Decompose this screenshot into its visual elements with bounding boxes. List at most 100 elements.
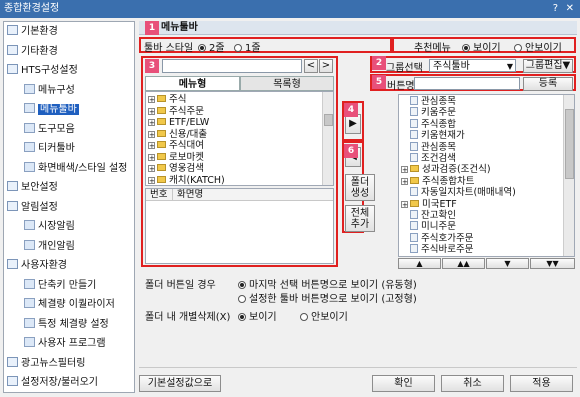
tree-item[interactable]: 화면배색/스타일 설정 — [24, 161, 127, 177]
toolbar-item[interactable]: 관심종목 — [401, 141, 456, 153]
footer-divider — [139, 367, 577, 368]
toolbar-item[interactable]: + 미국ETF — [401, 199, 457, 210]
tree-item[interactable]: 체결량 이퀄라이저 — [24, 297, 115, 313]
ok-button[interactable]: 확인 — [372, 375, 435, 392]
cancel-button[interactable]: 취소 — [441, 375, 504, 392]
tab-list[interactable]: 목록형 — [240, 76, 334, 91]
menu-tree-list[interactable]: + 주식 + 주식주문 + ETF/ELW + 신용/대출 + 주식대여 + 로보마켓 + 영웅검색 + 캐치… — [145, 91, 334, 186]
screen-table[interactable]: 번호 화면명 — [145, 188, 334, 264]
group-select[interactable]: 주식툴바 ▼ — [429, 59, 516, 72]
style-2row-radio[interactable]: 2줄 — [198, 39, 225, 54]
toolbar-item[interactable]: 주식바로주문 — [401, 244, 473, 255]
search-next-button[interactable]: > — [319, 59, 333, 73]
tree-item[interactable]: HTS구성설정 — [7, 63, 78, 79]
group-edit-button[interactable]: 그룹편집▼ — [523, 59, 573, 73]
badge-6: 6 — [344, 144, 358, 158]
toolbar-item-label: 미니주문 — [421, 221, 456, 233]
page-icon — [24, 298, 35, 308]
close-icon[interactable]: ✕ — [566, 0, 574, 18]
move-down-button[interactable]: ▼ — [486, 258, 529, 269]
tree-item-label: 체결량 이퀄라이저 — [38, 299, 115, 310]
settings-tree[interactable]: 기본환경기타환경 HTS구성설정메뉴구성메뉴툴바도구모음티커툴바화면배색/스타일 … — [3, 21, 135, 393]
recommend-hide-radio[interactable]: 안보이기 — [514, 39, 562, 54]
toolbar-item[interactable]: + 성과검증(조건식) — [401, 164, 491, 175]
scroll-thumb[interactable] — [565, 109, 574, 179]
menu-tree-item[interactable]: + 캐치(KATCH) — [148, 175, 225, 185]
folder-fixed-radio[interactable]: 설정한 툴바 버튼명으로 보이기 (고정형) — [238, 290, 417, 305]
create-folder-button[interactable]: 폴더 생성 — [345, 174, 375, 201]
tree-item[interactable]: 메뉴툴바 — [24, 102, 79, 118]
tree-item[interactable]: 단축키 만들기 — [24, 278, 96, 294]
tree-item-label: 메뉴툴바 — [38, 104, 79, 115]
move-bottom-button[interactable]: ▼▼ — [530, 258, 575, 269]
tree-item[interactable]: 메뉴구성 — [24, 83, 75, 99]
toolbar-item[interactable]: + 주식종합차트 — [401, 176, 474, 187]
expand-icon: + — [148, 96, 155, 104]
menu-search-input[interactable] — [162, 59, 302, 73]
tree-item[interactable]: 시장알림 — [24, 219, 75, 235]
register-button[interactable]: 등록 — [523, 77, 573, 91]
menu-tree-item[interactable]: + 주식대여 — [148, 140, 204, 151]
toolbar-item-list[interactable]: 관심종목 키움주문 주식종합 키움현재가 관심종목 조건검색 + 성과검증(조건식) + 주식종합… — [398, 94, 575, 257]
menu-tree-item[interactable]: + 신용/대출 — [148, 129, 207, 140]
tree-item[interactable]: 티커툴바 — [24, 141, 75, 157]
toolbar-item[interactable]: 키움주문 — [401, 107, 456, 118]
folder-icon — [7, 259, 18, 269]
apply-button[interactable]: 적용 — [510, 375, 573, 392]
tree-item[interactable]: 기타환경 — [7, 44, 58, 60]
toolbar-item-label: 키움현재가 — [421, 130, 465, 142]
toolbar-item[interactable]: 주식호가주문 — [401, 232, 473, 244]
folder-delete-show-radio[interactable]: 보이기 — [238, 308, 277, 323]
folder-icon — [410, 176, 419, 184]
button-name-input[interactable] — [414, 77, 520, 90]
document-icon — [410, 244, 418, 254]
folder-dynamic-radio[interactable]: 마지막 선택 버튼명으로 보이기 (유동형) — [238, 276, 417, 291]
tree-item-label: 광고뉴스필터링 — [21, 357, 86, 369]
tab-menu[interactable]: 메뉴형 — [145, 76, 240, 91]
menu-tree-item-label: 주식대여 — [169, 140, 204, 151]
folder-icon — [157, 129, 166, 137]
tree-item[interactable]: 개인알림 — [24, 239, 75, 255]
tree-item[interactable]: 사용자 프로그램 — [24, 336, 106, 352]
menu-tree-item[interactable]: + ETF/ELW — [148, 117, 209, 128]
tree-item[interactable]: 특정 체결량 설정 — [24, 317, 109, 333]
tree-item[interactable]: 알림설정 — [7, 200, 58, 216]
tree-item[interactable]: 도구모음 — [24, 122, 75, 138]
right-scrollbar[interactable] — [563, 95, 574, 256]
tree-item-label: 메뉴구성 — [38, 84, 75, 96]
toolbar-item[interactable]: 자동일지차트(매매내역) — [401, 187, 516, 198]
tree-item[interactable]: 사용자환경 — [7, 258, 67, 274]
toolbar-item-label: 자동일지차트(매매내역) — [421, 187, 516, 199]
tree-item[interactable]: 광고뉴스필터링 — [7, 356, 85, 372]
menu-tree-item[interactable]: + 로보마켓 — [148, 152, 204, 163]
reset-defaults-button[interactable]: 기본설정값으로 — [139, 375, 221, 392]
tree-item[interactable]: 보안설정 — [7, 180, 58, 196]
left-scrollbar[interactable] — [322, 92, 333, 185]
style-1row-radio[interactable]: 1줄 — [234, 39, 261, 54]
toolbar-item[interactable]: 관심종목 — [401, 96, 456, 107]
tree-item-label: 기본환경 — [21, 26, 58, 37]
folder-delete-hide-radio[interactable]: 안보이기 — [300, 308, 348, 323]
move-up-button[interactable]: ▲ — [398, 258, 441, 269]
menu-tree-item[interactable]: + 주식 — [148, 94, 186, 105]
toolbar-item[interactable]: 주식종합 — [401, 118, 456, 130]
menu-tree-item[interactable]: + 주식주문 — [148, 106, 204, 117]
menu-tree-item[interactable]: + 영웅검색 — [148, 163, 204, 174]
tree-item-label: 보안설정 — [21, 182, 58, 193]
scroll-thumb[interactable] — [324, 114, 333, 126]
recommend-show-radio[interactable]: 보이기 — [462, 39, 501, 54]
tree-item[interactable]: 기본환경 — [7, 24, 58, 40]
move-top-button[interactable]: ▲▲ — [442, 258, 485, 269]
radio-icon — [514, 44, 522, 52]
document-icon — [410, 221, 418, 231]
add-all-button[interactable]: 전체 추가 — [345, 205, 375, 232]
toolbar-item[interactable]: 조건검색 — [401, 153, 456, 164]
toolbar-item[interactable]: 잔고확인 — [401, 210, 456, 221]
toolbar-item[interactable]: 키움현재가 — [401, 130, 465, 141]
search-prev-button[interactable]: < — [304, 59, 318, 73]
help-icon[interactable]: ? — [553, 0, 558, 18]
tree-item[interactable]: 설정저장/불러오기 — [7, 375, 98, 391]
toolbar-item[interactable]: 미니주문 — [401, 221, 456, 232]
menu-tree-item-label: 주식주문 — [169, 105, 204, 117]
add-arrow-button[interactable]: ▶ — [345, 114, 361, 134]
